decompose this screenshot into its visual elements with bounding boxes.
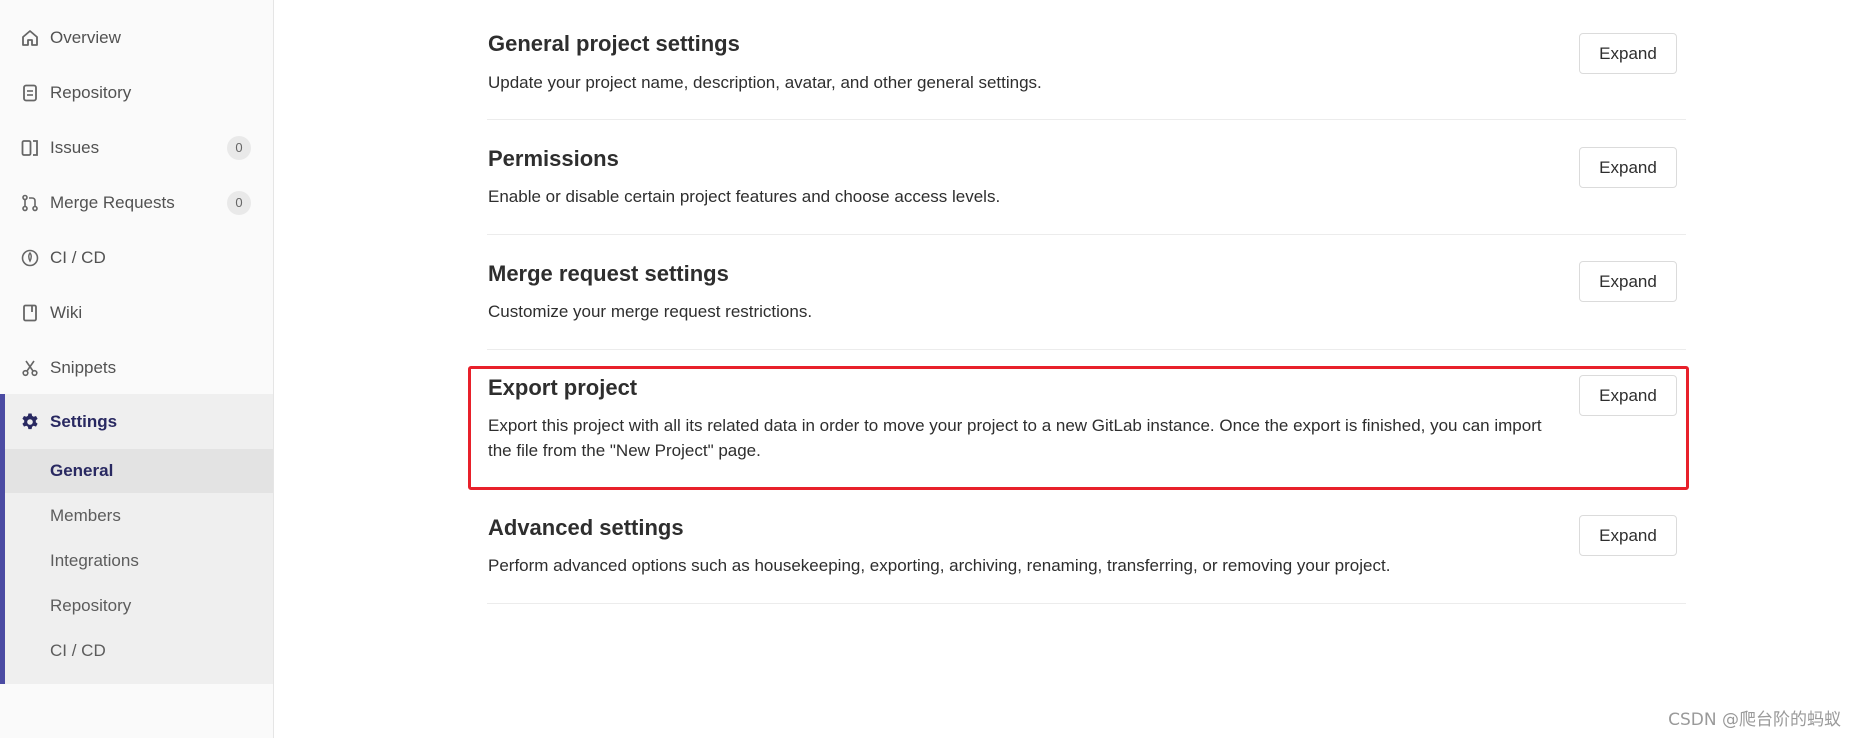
watermark: CSDN @爬台阶的蚂蚁 [1668, 710, 1841, 730]
settings-label: Settings [50, 411, 118, 431]
section-divider [487, 603, 1686, 604]
home-icon [20, 28, 40, 48]
book-icon [20, 303, 40, 323]
sidebar-item-overview[interactable]: Overview [0, 10, 273, 65]
general-project-settings-section: General project settings Update your pro… [487, 0, 1686, 120]
expand-button[interactable]: Expand [1579, 147, 1677, 188]
expand-button[interactable]: Expand [1579, 375, 1677, 416]
sidebar-item-ci-cd[interactable]: CI / CD [0, 230, 273, 285]
section-title: Export project [488, 375, 638, 400]
advanced-settings-section: Advanced settings Perform advanced optio… [487, 490, 1686, 605]
merge-request-settings-section: Merge request settings Customize your me… [487, 235, 1686, 350]
section-title: General project settings [488, 31, 740, 56]
section-title: Merge request settings [488, 261, 729, 286]
expand-button[interactable]: Expand [1579, 515, 1677, 556]
merge-requests-count-badge: 0 [227, 190, 251, 215]
settings-subitem-members[interactable]: Members [5, 494, 273, 538]
sidebar-item-issues[interactable]: Issues 0 [0, 120, 273, 175]
rocket-icon [20, 248, 40, 268]
gear-icon [20, 412, 40, 432]
sidebar-item-repository[interactable]: Repository [0, 65, 273, 120]
sidebar-item-settings[interactable]: Settings [5, 394, 273, 449]
sidebar-item-label: Repository [50, 82, 132, 102]
sidebar-item-wiki[interactable]: Wiki [0, 285, 273, 340]
section-description: Update your project name, description, a… [488, 73, 1042, 92]
section-description: Export this project with all its related… [488, 416, 1542, 460]
sidebar-item-label: Merge Requests [50, 192, 175, 212]
settings-subitem-repository[interactable]: Repository [5, 584, 273, 628]
export-project-section: Export project Export this project with … [487, 350, 1686, 490]
sidebar-item-label: Wiki [50, 302, 83, 322]
sidebar-item-label: Overview [50, 27, 121, 47]
settings-subitem-integrations[interactable]: Integrations [5, 539, 273, 583]
scissors-icon [20, 358, 40, 378]
issues-icon [20, 138, 40, 158]
settings-subitem-ci-cd[interactable]: CI / CD [5, 629, 273, 673]
permissions-section: Permissions Enable or disable certain pr… [487, 120, 1686, 235]
expand-button[interactable]: Expand [1579, 261, 1677, 302]
sidebar-item-snippets[interactable]: Snippets [0, 340, 273, 395]
section-title: Advanced settings [488, 515, 684, 540]
merge-request-icon [20, 193, 40, 213]
sidebar-item-label: CI / CD [50, 247, 106, 267]
section-description: Enable or disable certain project featur… [488, 187, 1001, 206]
sidebar-item-label: Snippets [50, 357, 117, 377]
settings-group: Settings General Members Integrations Re… [0, 394, 273, 684]
sidebar: Overview Repository Issues 0 Merge Reque… [0, 0, 274, 738]
issues-count-badge: 0 [227, 135, 251, 160]
sidebar-item-merge-requests[interactable]: Merge Requests 0 [0, 175, 273, 230]
section-description: Perform advanced options such as houseke… [488, 556, 1391, 575]
document-icon [20, 83, 40, 103]
section-description: Customize your merge request restriction… [488, 302, 813, 321]
sidebar-item-label: Issues [50, 137, 100, 157]
settings-subitem-general[interactable]: General [5, 449, 273, 493]
section-title: Permissions [488, 146, 619, 171]
expand-button[interactable]: Expand [1579, 33, 1677, 74]
